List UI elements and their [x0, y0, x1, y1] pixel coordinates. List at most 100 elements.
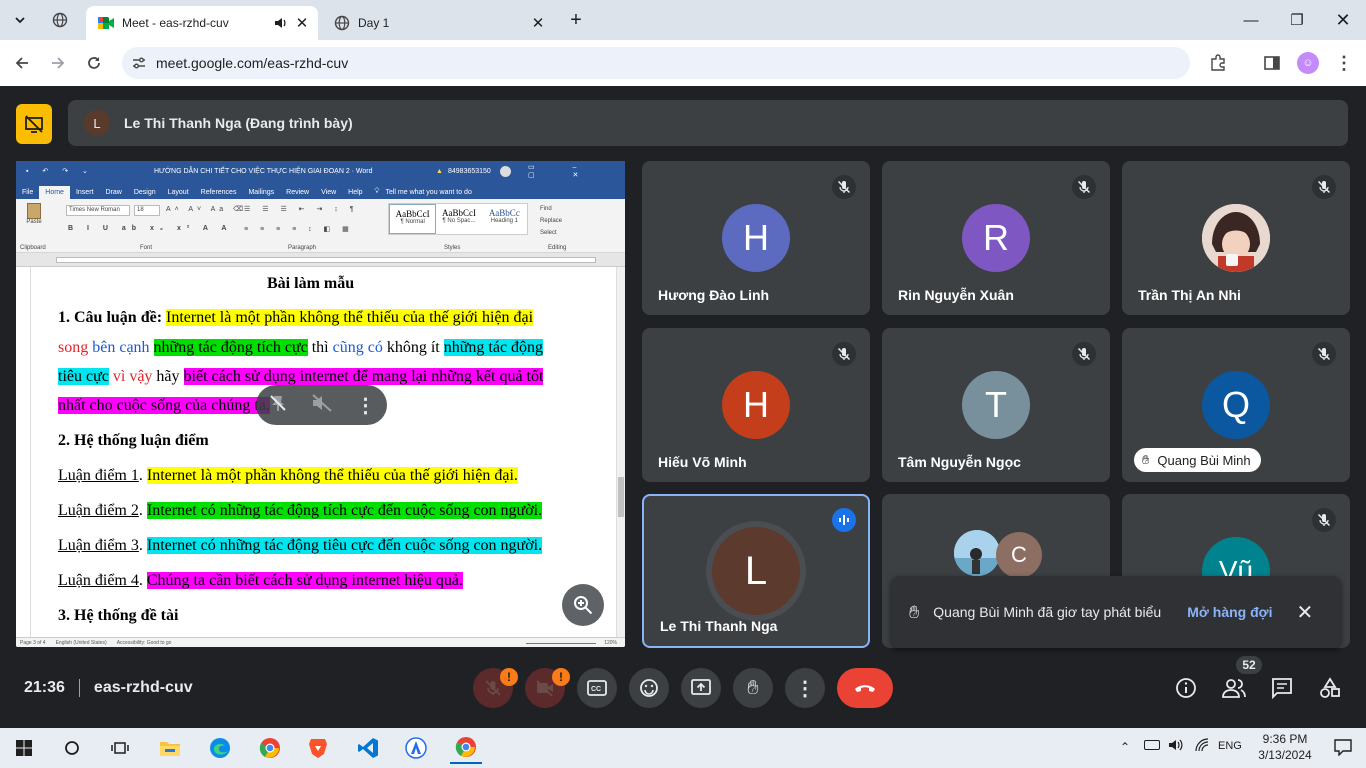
tab-meet[interactable]: Meet - eas-rzhd-cuv ✕	[86, 6, 318, 40]
close-tab-icon[interactable]: ✕	[528, 13, 548, 33]
wifi-icon[interactable]	[1194, 737, 1210, 758]
task-view-button[interactable]	[104, 732, 136, 764]
word-tab-help[interactable]: Help	[342, 186, 368, 199]
word-doc-title: HƯỚNG DẪN CHI TIẾT CHO VIỆC THỰC HIỆN GI…	[154, 167, 373, 175]
find-button[interactable]: Find	[540, 203, 562, 215]
notifications-icon[interactable]	[1334, 738, 1352, 761]
participant-photo	[954, 530, 1000, 576]
site-info-icon[interactable]	[122, 55, 156, 71]
chrome-active-button[interactable]	[450, 732, 482, 764]
doc-text: Luận điểm 3	[58, 537, 139, 554]
participant-tile[interactable]: H Hương Đào Linh	[642, 161, 870, 315]
zoom-slider[interactable]	[526, 643, 596, 644]
tab-title: Day 1	[358, 16, 390, 30]
participant-tile-speaking[interactable]: L Le Thi Thanh Nga	[642, 494, 870, 648]
replace-button[interactable]: Replace	[540, 215, 562, 227]
menu-kebab-button[interactable]: ⋮	[1330, 49, 1358, 77]
edge-button[interactable]	[204, 732, 236, 764]
show-hidden-icons-icon[interactable]: ⌃	[1120, 740, 1130, 754]
tab-day1[interactable]: Day 1 ✕	[322, 6, 554, 40]
participant-tile[interactable]: R Rin Nguyễn Xuân	[882, 161, 1110, 315]
open-queue-button[interactable]: Mở hàng đợi	[1187, 604, 1272, 620]
word-scrollbar[interactable]	[616, 267, 625, 637]
word-tab-view[interactable]: View	[315, 186, 342, 199]
word-tab-design[interactable]: Design	[128, 186, 162, 199]
chat-button[interactable]	[1266, 672, 1298, 704]
reload-button[interactable]	[80, 49, 108, 77]
style-heading1[interactable]: AaBbCc Heading 1	[482, 204, 527, 234]
mute-tab-icon[interactable]	[311, 393, 333, 418]
chrome-profile-button[interactable]	[254, 732, 286, 764]
tab-search-button[interactable]	[8, 8, 32, 32]
presentation-hover-controls: ⋮	[256, 385, 387, 425]
globe-icon[interactable]	[50, 10, 70, 30]
doc-text: song	[58, 339, 89, 356]
restore-button[interactable]: ❐	[1274, 0, 1320, 40]
pinned-app-button[interactable]	[400, 732, 432, 764]
font-name-box[interactable]: Times New Roman	[66, 205, 130, 216]
close-tab-icon[interactable]: ✕	[292, 13, 312, 33]
search-button[interactable]	[56, 732, 88, 764]
raise-hand-button[interactable]: ✋︎	[733, 668, 773, 708]
reactions-button[interactable]	[629, 668, 669, 708]
volume-icon[interactable]	[1168, 737, 1184, 758]
taskbar-clock[interactable]: 9:36 PM 3/13/2024	[1250, 731, 1320, 763]
doc-point-1: Luận điểm 1. Internet là một phần không …	[58, 467, 518, 484]
new-tab-button[interactable]: +	[564, 8, 588, 32]
speaker-icon[interactable]	[272, 15, 288, 31]
word-tab-mailings[interactable]: Mailings	[242, 186, 280, 199]
doc-text: những tác động tích cực	[153, 339, 308, 356]
start-button[interactable]	[8, 732, 40, 764]
pin-off-icon[interactable]	[268, 393, 288, 418]
meeting-details-button[interactable]	[1170, 672, 1202, 704]
doc-text: Internet là một phần không thể thiếu của…	[166, 309, 534, 326]
more-options-button[interactable]: ⋮	[785, 668, 825, 708]
captions-button[interactable]: CC	[577, 668, 617, 708]
word-tab-insert[interactable]: Insert	[70, 186, 100, 199]
word-tell-me[interactable]: Tell me what you want to do	[385, 186, 477, 199]
style-no-spacing[interactable]: AaBbCcI ¶ No Spac...	[436, 204, 481, 234]
word-tab-references[interactable]: References	[195, 186, 243, 199]
word-scroll-thumb[interactable]	[618, 477, 624, 517]
forward-button[interactable]	[44, 49, 72, 77]
file-explorer-button[interactable]	[154, 732, 186, 764]
doc-text: hãy	[156, 368, 180, 385]
profile-button[interactable]: ☺	[1294, 49, 1322, 77]
word-tab-home[interactable]: Home	[39, 186, 70, 199]
vscode-button[interactable]	[352, 732, 384, 764]
word-tab-file[interactable]: File	[16, 186, 39, 199]
close-toast-icon[interactable]: ✕	[1297, 600, 1314, 625]
participant-tile[interactable]: Trần Thị An Nhi	[1122, 161, 1350, 315]
people-button[interactable]	[1218, 672, 1250, 704]
minimize-button[interactable]: —	[1228, 0, 1274, 40]
participant-tile[interactable]: H Hiếu Võ Minh	[642, 328, 870, 482]
doc-text: Luận điểm 4	[58, 572, 139, 589]
mic-off-icon	[832, 175, 856, 199]
extensions-button[interactable]	[1204, 49, 1232, 77]
close-window-button[interactable]: ✕	[1320, 0, 1366, 40]
word-tab-review[interactable]: Review	[280, 186, 315, 199]
style-normal[interactable]: AaBbCcI ¶ Normal	[389, 204, 437, 234]
activities-button[interactable]	[1314, 672, 1346, 704]
more-options-icon[interactable]: ⋮	[356, 393, 376, 418]
doc-line-1: 1. Câu luận đề: Internet là một phần khô…	[58, 309, 534, 327]
word-tab-draw[interactable]: Draw	[99, 186, 127, 199]
side-panel-button[interactable]	[1258, 49, 1286, 77]
back-button[interactable]	[8, 49, 36, 77]
select-button[interactable]: Select	[540, 227, 562, 239]
participant-tile[interactable]: Q ✋︎ Quang Bùi Minh	[1122, 328, 1350, 482]
paste-button[interactable]: Paste	[22, 203, 46, 233]
puzzle-icon	[1211, 54, 1225, 71]
stop-presenting-button[interactable]	[16, 104, 52, 144]
word-tab-layout[interactable]: Layout	[162, 186, 195, 199]
zoom-button[interactable]	[562, 584, 604, 626]
url-text[interactable]: meet.google.com/eas-rzhd-cuv	[156, 55, 348, 71]
font-size-box[interactable]: 18	[134, 205, 160, 216]
participant-tile[interactable]: T Tâm Nguyễn Ngọc	[882, 328, 1110, 482]
address-bar[interactable]: meet.google.com/eas-rzhd-cuv	[122, 47, 1190, 79]
input-language[interactable]: ENG	[1218, 740, 1242, 752]
battery-icon[interactable]	[1144, 740, 1160, 750]
brave-button[interactable]	[302, 732, 334, 764]
leave-call-button[interactable]	[837, 668, 893, 708]
present-button[interactable]	[681, 668, 721, 708]
